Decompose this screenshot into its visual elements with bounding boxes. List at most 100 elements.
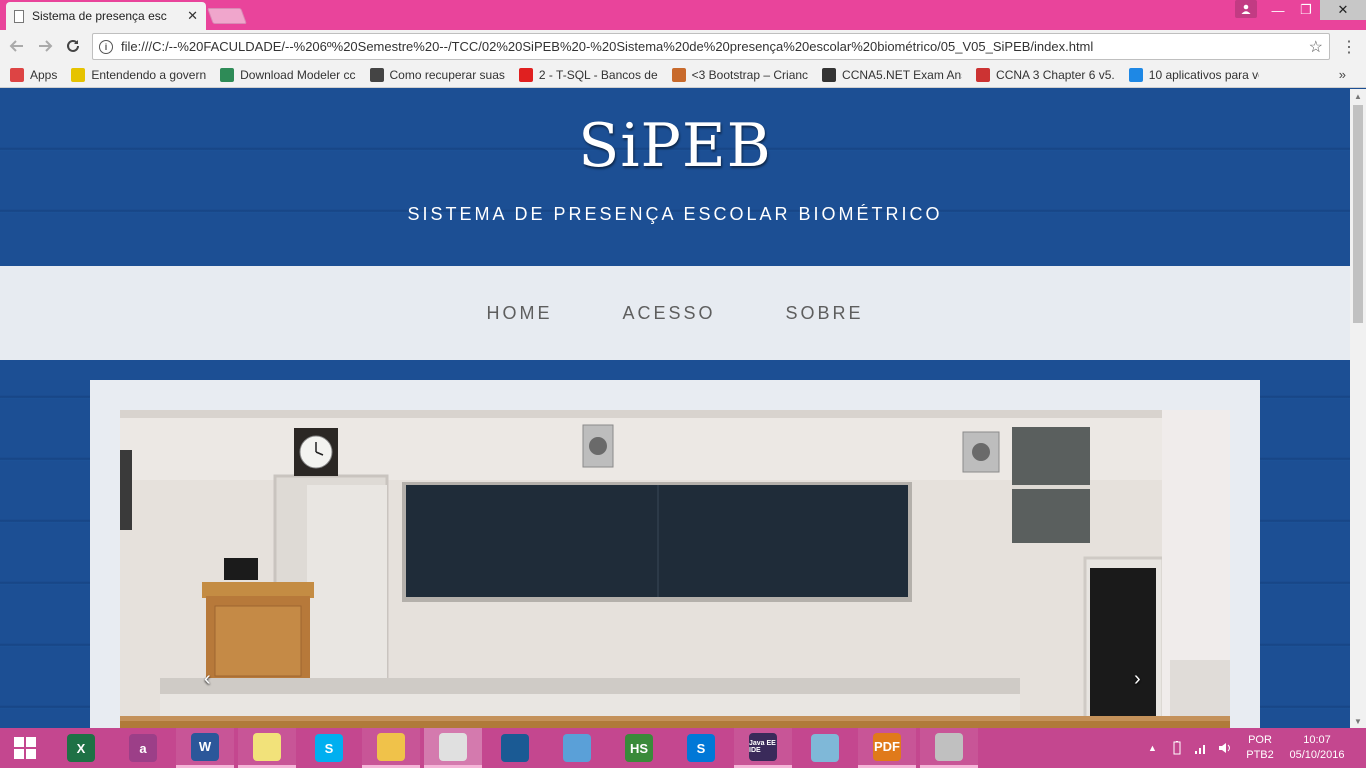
- webpage: SiPEB SISTEMA DE PRESENÇA ESCOLAR BIOMÉT…: [0, 89, 1350, 728]
- new-tab-button[interactable]: [207, 8, 247, 24]
- reload-button[interactable]: [62, 35, 84, 57]
- nav-home[interactable]: HOME: [486, 303, 552, 324]
- bookmark-item[interactable]: Apps: [10, 68, 57, 82]
- site-subtitle: SISTEMA DE PRESENÇA ESCOLAR BIOMÉTRICO: [407, 204, 943, 224]
- bookmark-label: CCNA5.NET Exam Ans: [842, 68, 963, 82]
- windows-logo-icon: [14, 737, 36, 759]
- bookmark-label: Entendendo a govern: [91, 68, 207, 82]
- bookmarks-bar: Apps Entendendo a govern Download Modeler …: [0, 63, 1366, 88]
- person-icon: [1241, 4, 1251, 14]
- taskbar-pdf-app[interactable]: PDF: [858, 728, 916, 768]
- site-navbar: HOME ACESSO SOBRE: [0, 266, 1350, 360]
- apps10-icon: [1128, 68, 1143, 82]
- taskbar-skype[interactable]: S: [300, 728, 358, 768]
- carousel-prev-button[interactable]: ‹: [204, 668, 211, 691]
- a-app-icon: a: [129, 734, 157, 762]
- browser-menu-icon[interactable]: ⋮: [1338, 36, 1360, 58]
- system-clock[interactable]: 10:07 05/10/2016: [1282, 728, 1352, 768]
- close-window-button[interactable]: ✕: [1320, 0, 1366, 20]
- scroll-up-arrow[interactable]: ▲: [1350, 89, 1366, 103]
- bookmark-item[interactable]: CCNA 3 Chapter 6 v5.: [976, 68, 1115, 82]
- scroll-down-arrow[interactable]: ▼: [1350, 714, 1366, 728]
- cube-app-icon: [563, 734, 591, 762]
- nav-acesso[interactable]: ACESSO: [622, 303, 715, 324]
- bookmark-label: Como recuperar suas: [389, 68, 505, 82]
- profile-button[interactable]: [1235, 0, 1257, 18]
- tray-expand-icon[interactable]: ▲: [1148, 728, 1162, 768]
- scroll-thumb[interactable]: [1353, 105, 1363, 323]
- carousel-next-button[interactable]: ›: [1134, 668, 1141, 691]
- bookmark-item[interactable]: 10 aplicativos para vo: [1128, 68, 1259, 82]
- bookmark-item[interactable]: Entendendo a govern: [71, 68, 206, 82]
- ccna-icon: [822, 68, 837, 82]
- vertical-scrollbar[interactable]: ▲ ▼: [1350, 89, 1366, 728]
- tab-close-icon[interactable]: ✕: [187, 8, 198, 24]
- volume-icon[interactable]: [1218, 741, 1232, 755]
- bookmarks-more-icon[interactable]: »: [1339, 67, 1346, 82]
- bootstrap-icon: [671, 68, 686, 82]
- taskbar-a-app[interactable]: a: [114, 728, 172, 768]
- bookmark-item[interactable]: <3 Bootstrap – Crianc: [671, 68, 809, 82]
- maximize-button[interactable]: ❐: [1292, 0, 1320, 20]
- url-text[interactable]: file:///C:/--%20FACULDADE/--%206º%20Seme…: [121, 39, 1303, 54]
- chrome-icon: [439, 732, 467, 761]
- info-icon[interactable]: i: [99, 39, 113, 54]
- ycu-icon: [71, 68, 86, 82]
- address-bar[interactable]: i file:///C:/--%20FACULDADE/--%206º%20Se…: [92, 33, 1330, 60]
- nav-sobre[interactable]: SOBRE: [786, 303, 864, 324]
- java-ee-ide-icon: Java EE IDE: [749, 732, 777, 761]
- taskbar-excel[interactable]: X: [52, 728, 110, 768]
- minimize-button[interactable]: —: [1264, 0, 1292, 20]
- arrow-left-icon: [9, 40, 23, 52]
- taskbar-hs-app[interactable]: HS: [610, 728, 668, 768]
- clock-date: 05/10/2016: [1289, 749, 1345, 761]
- network-icon[interactable]: [1194, 741, 1208, 755]
- battery-icon[interactable]: [1170, 741, 1184, 755]
- taskbar-file-explorer[interactable]: [362, 728, 420, 768]
- site-title: SiPEB: [578, 111, 772, 181]
- apps-grid-icon: [10, 68, 24, 82]
- youtube-icon: [518, 68, 533, 82]
- tab-title: Sistema de presença esc: [32, 9, 167, 23]
- taskbar-cube-app[interactable]: [548, 728, 606, 768]
- taskbar-virtualbox[interactable]: [486, 728, 544, 768]
- bookmark-item[interactable]: CCNA5.NET Exam Ans: [822, 68, 962, 82]
- bookmark-label: 2 - T-SQL - Bancos de: [538, 68, 658, 82]
- bookmark-item[interactable]: Como recuperar suas: [369, 68, 505, 82]
- excel-icon: X: [67, 734, 95, 762]
- browser-toolbar: i file:///C:/--%20FACULDADE/--%206º%20Se…: [0, 30, 1366, 63]
- sticky-notes-icon: [253, 732, 281, 761]
- taskbar-chrome[interactable]: [424, 728, 482, 768]
- word-icon: W: [191, 732, 219, 761]
- skype-icon: S: [315, 734, 343, 762]
- forward-button[interactable]: [34, 35, 56, 57]
- language-indicator[interactable]: POR PTB2: [1240, 728, 1280, 768]
- file-explorer-icon: [377, 732, 405, 761]
- taskbar-notepad-app[interactable]: [796, 728, 854, 768]
- lang-code: POR: [1248, 734, 1272, 746]
- taskbar-skype-business[interactable]: S: [672, 728, 730, 768]
- taskbar-java-ee-ide[interactable]: Java EE IDE: [734, 728, 792, 768]
- bookmark-item[interactable]: 2 - T-SQL - Bancos de: [518, 68, 658, 82]
- tray-icons: [1170, 728, 1242, 768]
- bookmark-label: 10 aplicativos para vo: [1148, 68, 1259, 82]
- bookmark-label: <3 Bootstrap – Crianc: [691, 68, 809, 82]
- browser-tab[interactable]: Sistema de presença esc ✕: [6, 2, 206, 30]
- back-button[interactable]: [6, 35, 28, 57]
- taskbar-word[interactable]: W: [176, 728, 234, 768]
- cisco-icon: [976, 68, 991, 82]
- sql-app-icon: [935, 732, 963, 761]
- taskbar-sql-app[interactable]: [920, 728, 978, 768]
- reload-icon: [67, 39, 79, 52]
- bookmark-label: Download Modeler cc: [240, 68, 356, 82]
- taskbar-sticky-notes[interactable]: [238, 728, 296, 768]
- virtualbox-icon: [501, 734, 529, 762]
- bookmark-item[interactable]: Download Modeler cc: [220, 68, 356, 82]
- classroom-carousel[interactable]: ‹ ›: [120, 410, 1230, 728]
- pdf-app-icon: PDF: [873, 732, 901, 761]
- arrow-right-icon: [39, 40, 53, 52]
- start-button[interactable]: [0, 728, 50, 768]
- bookmark-star-icon[interactable]: ☆: [1309, 37, 1323, 57]
- notepad-app-icon: [811, 734, 839, 762]
- classroom-image: [120, 410, 1230, 728]
